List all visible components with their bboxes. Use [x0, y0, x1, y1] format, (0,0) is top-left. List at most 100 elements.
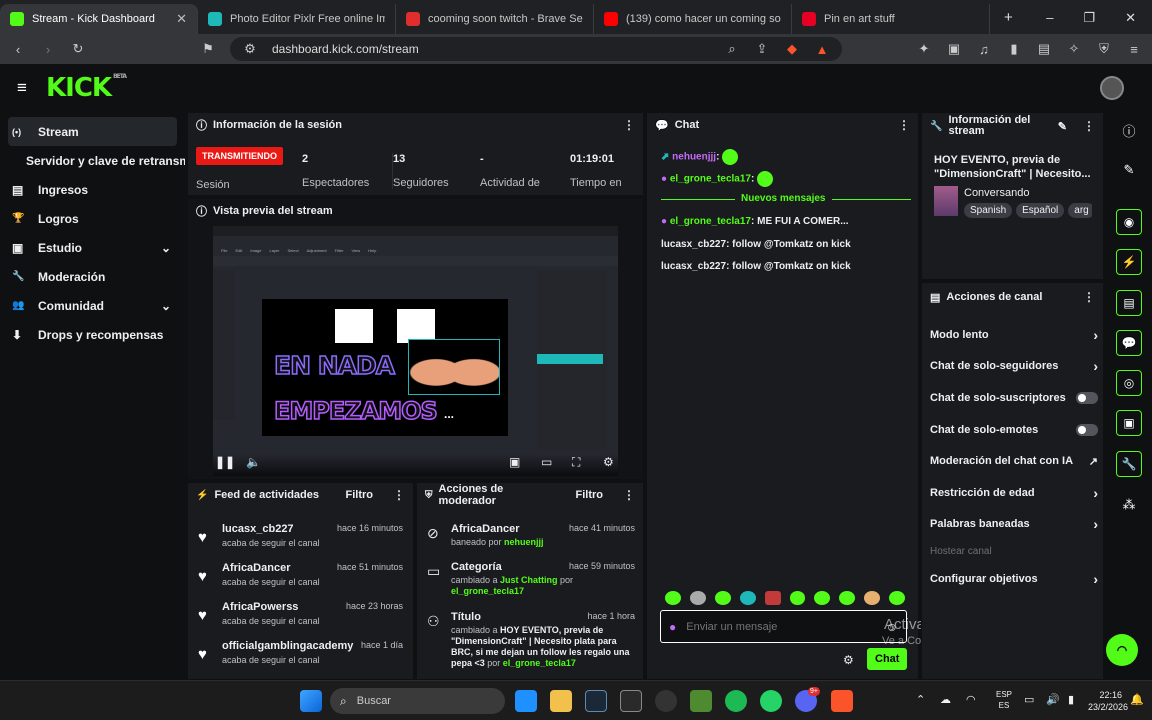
- puzzle-icon[interactable]: ✧: [1066, 41, 1082, 57]
- emote-icon[interactable]: [839, 591, 856, 605]
- community-icon[interactable]: ⁂: [1116, 492, 1142, 518]
- info-icon[interactable]: ⓘ: [1116, 117, 1142, 143]
- screenshot-icon[interactable]: ▣: [946, 41, 962, 57]
- emote-icon[interactable]: [714, 591, 731, 605]
- chat-message-input[interactable]: [686, 620, 876, 633]
- taskbar-clock[interactable]: 22:16 23/2/2026: [1088, 689, 1128, 713]
- chat-username[interactable]: el_grone_tecla17: [670, 174, 751, 185]
- edit-icon[interactable]: ✎: [1058, 120, 1067, 133]
- filter-button[interactable]: Filtro: [346, 489, 374, 501]
- extensions-icon[interactable]: ✦: [916, 41, 932, 57]
- volume-icon[interactable]: 🔈: [246, 455, 261, 469]
- browser-tab[interactable]: Photo Editor Pixlr Free online Image: [198, 4, 396, 34]
- send-chat-button[interactable]: Chat: [867, 648, 908, 670]
- close-window-button[interactable]: ✕: [1125, 10, 1136, 26]
- new-tab-button[interactable]: +: [990, 9, 1013, 34]
- url-text[interactable]: dashboard.kick.com/stream: [272, 42, 710, 56]
- epic-games-icon[interactable]: [620, 690, 642, 712]
- more-options-icon[interactable]: ⋮: [393, 488, 405, 502]
- chat-username[interactable]: lucasx_cb227: [661, 261, 726, 272]
- emote-icon[interactable]: [864, 591, 881, 605]
- broadcast-icon[interactable]: ◎: [1116, 370, 1142, 396]
- music-icon[interactable]: ♫: [976, 42, 992, 57]
- stream-video-player[interactable]: File Edit Image Layer Select Adjustment Filter…: [213, 226, 618, 476]
- follower-name[interactable]: AfricaPowerss: [222, 601, 298, 613]
- wrench-icon[interactable]: 🔧: [1116, 451, 1142, 477]
- taskbar-search[interactable]: ⌕ Buscar: [330, 688, 505, 714]
- network-icon[interactable]: ▭: [1024, 693, 1034, 706]
- channel-action-emotes-only[interactable]: Chat de solo-emotes: [930, 420, 1098, 440]
- tag-chip[interactable]: Español: [1016, 203, 1065, 218]
- channel-action-goals[interactable]: Configurar objetivos ›: [930, 569, 1098, 589]
- follower-name[interactable]: lucasx_cb227: [222, 523, 294, 535]
- sidebar-item-server-key[interactable]: Servidor y clave de retransmisión: [0, 146, 185, 175]
- browser-tab[interactable]: cooming soon twitch - Brave Search: [396, 4, 594, 34]
- chat-username[interactable]: el_grone_tecla17: [670, 216, 751, 227]
- theater-mode-icon[interactable]: ▣: [509, 455, 520, 469]
- tag-chip[interactable]: Spanish: [964, 203, 1013, 218]
- kick-logo[interactable]: KICK BETA: [46, 73, 127, 103]
- maximize-window-button[interactable]: ❐: [1083, 10, 1095, 26]
- emote-icon[interactable]: [814, 591, 831, 605]
- category-link[interactable]: Just Chatting: [500, 575, 558, 585]
- chat-username[interactable]: lucasx_cb227: [661, 239, 726, 250]
- tray-chevron-icon[interactable]: ⌃: [916, 693, 925, 706]
- emote-icon[interactable]: [665, 591, 681, 605]
- bookmark-icon[interactable]: ⚑: [200, 41, 216, 57]
- chat-settings-icon[interactable]: ⚙: [843, 653, 854, 667]
- settings-icon[interactable]: ⚙: [603, 455, 614, 469]
- browser-tab[interactable]: Pin en art stuff: [792, 4, 990, 34]
- fullscreen-icon[interactable]: ⛶: [572, 455, 580, 470]
- whatsapp-icon[interactable]: [760, 690, 782, 712]
- emote-icon[interactable]: [689, 591, 706, 605]
- brave-rewards-icon[interactable]: ▲: [814, 42, 830, 57]
- channel-action-ai-moderation[interactable]: Moderación del chat con IA ↗: [930, 451, 1098, 471]
- sidebar-item-moderacion[interactable]: 🔧 Moderación: [0, 262, 185, 291]
- minecraft-icon[interactable]: [690, 690, 712, 712]
- pause-icon[interactable]: ❚❚: [215, 455, 235, 469]
- photos-app-icon[interactable]: [515, 690, 537, 712]
- vpn-icon[interactable]: ⛨: [1096, 41, 1112, 57]
- channel-action-followers-only[interactable]: Chat de solo-seguidores ›: [930, 356, 1098, 376]
- brave-browser-icon[interactable]: [831, 690, 853, 712]
- user-link[interactable]: nehuenjjj: [504, 537, 544, 547]
- hamburger-icon[interactable]: ≡: [14, 78, 30, 98]
- site-settings-icon[interactable]: ⚙: [242, 41, 258, 57]
- notifications-icon[interactable]: 🔔: [1130, 693, 1144, 706]
- onedrive-icon[interactable]: ☁: [940, 693, 951, 706]
- more-options-icon[interactable]: ⋮: [898, 118, 910, 132]
- steam-icon[interactable]: [585, 690, 607, 712]
- battery-icon[interactable]: ▮: [1068, 693, 1074, 706]
- more-options-icon[interactable]: ⋮: [623, 488, 635, 502]
- channel-action-banned-words[interactable]: Palabras baneadas ›: [930, 514, 1098, 534]
- user-link[interactable]: el_grone_tecla17: [451, 586, 524, 596]
- back-icon[interactable]: ‹: [10, 42, 26, 57]
- toggle-switch[interactable]: [1076, 392, 1098, 404]
- sidebar-item-stream[interactable]: (•) Stream: [8, 117, 177, 146]
- browser-tab[interactable]: Stream - Kick Dashboard ✕: [0, 4, 198, 34]
- video-icon[interactable]: ▣: [1116, 410, 1142, 436]
- more-options-icon[interactable]: ⋮: [1083, 290, 1095, 304]
- share-icon[interactable]: ⇪: [754, 41, 770, 57]
- spotify-icon[interactable]: [725, 690, 747, 712]
- sidebar-item-drops[interactable]: ⬇ Drops y recompensas: [0, 320, 185, 349]
- volume-icon[interactable]: 🔊: [1046, 693, 1060, 706]
- edit-icon[interactable]: ✎: [1116, 157, 1142, 183]
- channel-action-age-restriction[interactable]: Restricción de edad ›: [930, 483, 1098, 503]
- minimize-window-button[interactable]: –: [1046, 10, 1053, 26]
- help-chat-button[interactable]: ◠: [1106, 634, 1138, 666]
- follower-name[interactable]: officialgamblingacademy: [222, 640, 353, 652]
- emote-icon[interactable]: [889, 591, 906, 605]
- close-tab-icon[interactable]: ✕: [176, 11, 187, 27]
- tag-chip[interactable]: arg: [1068, 203, 1092, 218]
- filter-button[interactable]: Filtro: [576, 489, 604, 501]
- more-options-icon[interactable]: ⋮: [1083, 119, 1095, 133]
- sidebar-item-comunidad[interactable]: 👥 Comunidad ⌄: [0, 291, 185, 320]
- channel-action-slow-mode[interactable]: Modo lento ›: [930, 325, 1098, 345]
- brave-shields-icon[interactable]: ◆: [784, 41, 800, 57]
- user-avatar[interactable]: [1100, 76, 1124, 100]
- sidebar-item-estudio[interactable]: ▣ Estudio ⌄: [0, 233, 185, 262]
- emote-icon[interactable]: [739, 591, 756, 605]
- file-explorer-icon[interactable]: [550, 690, 572, 712]
- channel-action-subscribers-only[interactable]: Chat de solo-suscriptores: [930, 388, 1098, 408]
